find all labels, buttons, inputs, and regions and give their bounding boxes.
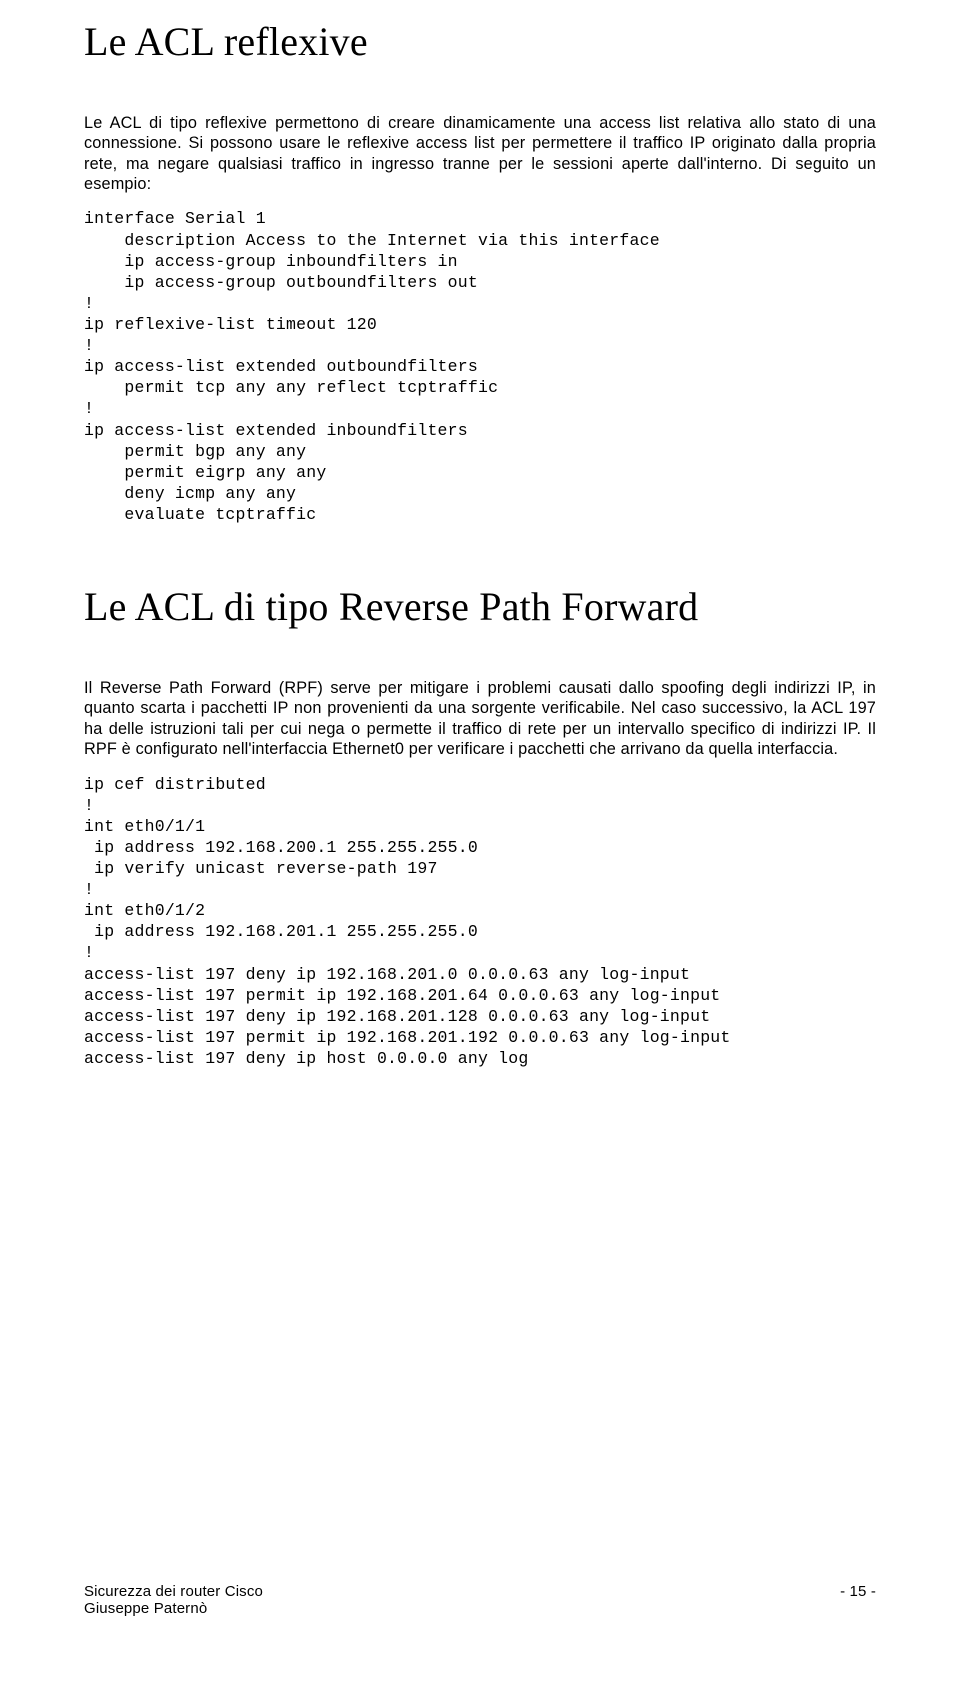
footer-author: Giuseppe Paternò [84, 1600, 876, 1617]
paragraph-reflexive-intro: Le ACL di tipo reflexive permettono di c… [84, 113, 876, 194]
page: Le ACL reflexive Le ACL di tipo reflexiv… [0, 0, 960, 1681]
paragraph-rpf-intro: Il Reverse Path Forward (RPF) serve per … [84, 678, 876, 759]
footer-page-number: - 15 - [840, 1583, 876, 1600]
heading-acl-reflexive: Le ACL reflexive [84, 18, 876, 65]
code-block-rpf: ip cef distributed ! int eth0/1/1 ip add… [84, 774, 876, 1070]
page-footer: Sicurezza dei router Cisco - 15 - Giusep… [84, 1583, 876, 1617]
heading-rpf: Le ACL di tipo Reverse Path Forward [84, 583, 876, 630]
footer-doc-title: Sicurezza dei router Cisco [84, 1583, 263, 1600]
code-block-reflexive: interface Serial 1 description Access to… [84, 208, 876, 525]
